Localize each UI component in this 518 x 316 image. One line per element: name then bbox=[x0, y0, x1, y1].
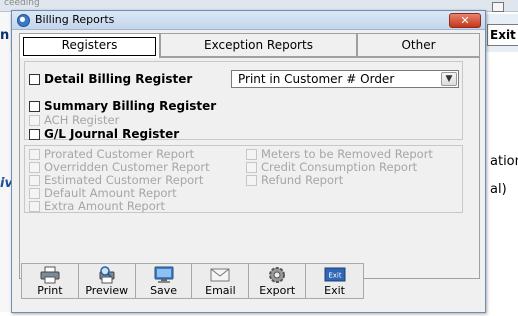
report-label: Meters to be Removed Report bbox=[261, 147, 433, 161]
tab-registers-focus: Registers bbox=[23, 37, 156, 56]
print-preview-icon bbox=[99, 266, 115, 284]
detail-billing-register-label: Detail Billing Register bbox=[44, 72, 193, 86]
checkbox-box bbox=[29, 148, 40, 160]
chevron-down-icon[interactable]: ▼ bbox=[441, 72, 457, 86]
detail-billing-register-checkbox[interactable]: Detail Billing Register bbox=[29, 72, 192, 86]
report-label: Credit Consumption Report bbox=[261, 160, 418, 174]
svg-text:Exit: Exit bbox=[328, 272, 342, 280]
checkbox-box bbox=[246, 174, 257, 186]
checkbox-box bbox=[29, 187, 40, 199]
report-label: Default Amount Report bbox=[44, 186, 177, 200]
ach-register-label: ACH Register bbox=[44, 113, 120, 127]
tab-other-label: Other bbox=[401, 38, 436, 52]
envelope-icon bbox=[210, 268, 230, 282]
tab-registers[interactable]: Registers bbox=[19, 33, 160, 58]
exception-reports-group: Prorated Customer Report Overridden Cust… bbox=[24, 145, 463, 213]
summary-billing-register-checkbox[interactable]: Summary Billing Register bbox=[29, 99, 216, 113]
tab-exception-reports-label: Exception Reports bbox=[204, 38, 313, 52]
report-checkbox: Estimated Customer Report bbox=[29, 173, 203, 187]
report-label: Overridden Customer Report bbox=[44, 160, 210, 174]
dialog-title: Billing Reports bbox=[35, 13, 115, 26]
checkbox-box bbox=[29, 174, 40, 186]
tab-strip: Registers Exception Reports Other bbox=[19, 33, 480, 58]
tab-registers-label: Registers bbox=[61, 38, 118, 52]
tab-other[interactable]: Other bbox=[357, 33, 480, 57]
report-label: Estimated Customer Report bbox=[44, 173, 204, 187]
gear-export-icon bbox=[269, 267, 286, 283]
export-label: Export bbox=[259, 284, 296, 297]
summary-billing-register-label: Summary Billing Register bbox=[44, 99, 217, 113]
checkbox-box bbox=[246, 148, 257, 160]
checkbox-box[interactable] bbox=[29, 73, 40, 85]
export-button[interactable]: Export bbox=[249, 264, 307, 298]
gl-journal-register-label: G/L Journal Register bbox=[44, 127, 180, 141]
background-text-right-2: al) bbox=[490, 182, 507, 197]
report-checkbox: Meters to be Removed Report bbox=[246, 147, 433, 161]
report-checkbox: Refund Report bbox=[246, 173, 343, 187]
print-label: Print bbox=[37, 284, 63, 297]
checkbox-box[interactable] bbox=[29, 128, 40, 140]
save-button[interactable]: Save bbox=[136, 264, 193, 298]
preview-label: Preview bbox=[85, 284, 129, 297]
checkbox-box bbox=[246, 161, 257, 173]
monitor-save-icon bbox=[154, 266, 174, 283]
report-label: Extra Amount Report bbox=[44, 199, 165, 213]
email-label: Email bbox=[205, 284, 236, 297]
registers-panel: Detail Billing Register Print in Custome… bbox=[19, 57, 480, 279]
dialog-titlebar[interactable]: Billing Reports ✕ bbox=[12, 11, 485, 30]
checkbox-box bbox=[29, 161, 40, 173]
app-icon bbox=[17, 14, 30, 27]
billing-reports-dialog: Billing Reports ✕ Registers Exception Re… bbox=[11, 10, 486, 313]
printer-icon bbox=[40, 266, 60, 284]
background-text-right-1: ationa bbox=[490, 154, 518, 169]
close-button[interactable]: ✕ bbox=[449, 13, 481, 28]
background-text-left: n bbox=[0, 28, 10, 43]
exit-label: Exit bbox=[324, 284, 345, 297]
preview-button[interactable]: Preview bbox=[79, 264, 136, 298]
gl-journal-register-checkbox[interactable]: G/L Journal Register bbox=[29, 127, 179, 141]
checkbox-box bbox=[29, 200, 40, 212]
report-checkbox: Credit Consumption Report bbox=[246, 160, 417, 174]
tab-exception-reports[interactable]: Exception Reports bbox=[160, 33, 357, 57]
background-left-frame bbox=[0, 12, 10, 312]
ach-register-checkbox: ACH Register bbox=[29, 113, 119, 127]
report-checkbox: Prorated Customer Report bbox=[29, 147, 194, 161]
toolbar: Print Preview Save Email Export Exit Exi… bbox=[21, 263, 364, 299]
background-maximize-icon bbox=[492, 2, 504, 12]
checkbox-box bbox=[29, 114, 40, 126]
background-title: ceeding bbox=[4, 0, 40, 8]
report-label: Prorated Customer Report bbox=[44, 147, 195, 161]
save-label: Save bbox=[150, 284, 178, 297]
report-checkbox: Overridden Customer Report bbox=[29, 160, 210, 174]
checkbox-box[interactable] bbox=[29, 100, 40, 112]
report-checkbox: Default Amount Report bbox=[29, 186, 177, 200]
print-button[interactable]: Print bbox=[22, 264, 79, 298]
background-exit-button[interactable]: Exit bbox=[487, 24, 518, 46]
close-icon: ✕ bbox=[460, 14, 470, 27]
sort-order-select[interactable]: Print in Customer # Order ▼ bbox=[231, 70, 459, 88]
sort-order-value: Print in Customer # Order bbox=[238, 72, 395, 86]
report-checkbox: Extra Amount Report bbox=[29, 199, 165, 213]
report-label: Refund Report bbox=[261, 173, 344, 187]
registers-group: Detail Billing Register Print in Custome… bbox=[24, 61, 463, 141]
exit-button[interactable]: Exit Exit bbox=[306, 264, 363, 298]
email-button[interactable]: Email bbox=[192, 264, 250, 298]
exit-sign-icon: Exit bbox=[324, 267, 346, 282]
